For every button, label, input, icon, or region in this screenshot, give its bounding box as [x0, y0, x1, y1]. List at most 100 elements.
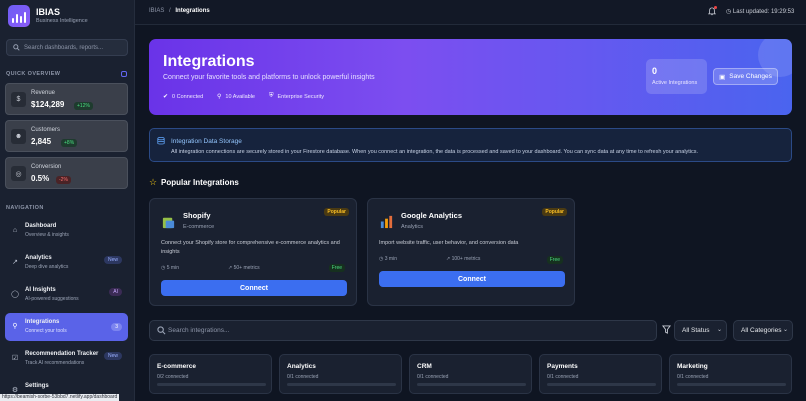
stat-label: Conversion [31, 164, 62, 170]
sidebar-item-analytics[interactable]: ↗ Analytics Deep dive analytics New [5, 249, 128, 277]
filter-icon[interactable] [662, 325, 671, 334]
breadcrumb-current: Integrations [175, 8, 210, 14]
nav-subtitle: Deep dive analytics [25, 264, 69, 270]
dollar-icon: $ [11, 92, 26, 107]
popular-badge: Popular [324, 208, 349, 216]
stat-card-conversion[interactable]: ◎ Conversion 0.5% -2% [5, 157, 128, 189]
sidebar: IBIAS Business Intelligence Search dashb… [0, 0, 135, 401]
trend-icon: ↗ [446, 256, 451, 262]
clock-icon: ◷ [161, 265, 166, 271]
clock-icon: ◷ [726, 9, 732, 15]
integration-name: Shopify [183, 211, 211, 220]
search-icon [13, 44, 20, 51]
topbar: IBIAS / Integrations ◷ Last updated: 19:… [135, 0, 806, 25]
ai-badge: AI [109, 288, 122, 296]
integration-description: Connect your Shopify store for comprehen… [161, 240, 340, 255]
category-name: Payments [547, 363, 578, 370]
category-name: Marketing [677, 363, 708, 370]
category-progress-bar [547, 383, 656, 386]
app-subtitle: Business Intelligence [36, 18, 88, 24]
integration-name: Google Analytics [401, 211, 462, 220]
security-label: ⛨ Enterprise Security [269, 93, 324, 100]
sidebar-search-input[interactable]: Search dashboards, reports... [6, 39, 128, 56]
storage-notice: Integration Data Storage All integration… [149, 128, 792, 162]
price-badge: Free [546, 256, 563, 264]
save-changes-label: Save Changes [729, 73, 772, 80]
nav-title: Integrations [25, 319, 60, 325]
status-filter-value: All Status [682, 327, 710, 334]
category-count: 0/2 connected [157, 374, 189, 380]
status-filter-select[interactable]: All Status ⌄ [674, 320, 727, 341]
last-updated-text: Last updated: 19:29:53 [732, 9, 795, 15]
category-count: 0/1 connected [677, 374, 709, 380]
integration-card-google-analytics: Google Analytics Analytics Popular Impor… [367, 198, 575, 306]
trend-icon: ↗ [228, 265, 233, 271]
setup-time-text: 5 min [166, 265, 179, 271]
price-badge: Free [328, 264, 345, 272]
sidebar-item-dashboard[interactable]: ⌂ Dashboard Overview & insights [5, 217, 128, 245]
bar-chart-logo-icon [8, 5, 30, 27]
integration-search-input[interactable]: Search integrations... [149, 320, 657, 341]
nav-subtitle: Track AI recommendations [25, 360, 85, 366]
setup-time-text: 3 min [384, 256, 397, 262]
stat-card-revenue[interactable]: $ Revenue $124,289 +12% [5, 83, 128, 115]
nav-subtitle: AI-powered suggestions [25, 296, 79, 302]
metric-count: ↗ 100+ metrics [446, 256, 480, 262]
category-filter-select[interactable]: All Categories ⌄ [733, 320, 793, 341]
sidebar-item-ai-insights[interactable]: ◯ AI Insights AI-powered suggestions AI [5, 281, 128, 309]
category-count: 0/1 connected [417, 374, 449, 380]
plug-icon: ⚲ [12, 323, 18, 330]
category-card-marketing[interactable]: Marketing 0/1 connected [669, 354, 792, 394]
metric-count-text: 100+ metrics [451, 256, 481, 262]
integrations-hero: Integrations Connect your favorite tools… [149, 39, 792, 115]
star-icon: ☆ [149, 177, 158, 187]
connect-button[interactable]: Connect [161, 280, 347, 296]
nav-title: Analytics [25, 255, 52, 261]
integration-search-placeholder: Search integrations... [168, 327, 230, 334]
nav-subtitle: Connect your tools [25, 328, 67, 334]
users-icon: ☻ [11, 129, 26, 144]
stat-change-badge: +8% [61, 139, 78, 147]
notification-dot [714, 6, 717, 9]
sidebar-item-recommendation-tracker[interactable]: ☑ Recommendation Tracker Track AI recomm… [5, 345, 128, 373]
integration-category: E-commerce [183, 224, 215, 230]
breadcrumb-root[interactable]: IBIAS [149, 8, 164, 14]
stat-value: 0.5% [31, 174, 50, 183]
category-card-ecommerce[interactable]: E-commerce 0/2 connected [149, 354, 272, 394]
stat-value: 2,845 [31, 137, 52, 146]
page-title: Integrations [163, 53, 255, 70]
security-text: Enterprise Security [277, 93, 324, 100]
stat-change-badge: +12% [74, 102, 93, 110]
integration-description: Import website traffic, user behavior, a… [379, 240, 519, 246]
refresh-icon[interactable] [121, 71, 127, 77]
shopify-logo-icon [162, 217, 175, 229]
chevron-down-icon: ⌄ [716, 327, 722, 333]
stat-label: Revenue [31, 90, 56, 96]
notice-title: Integration Data Storage [171, 138, 242, 145]
stat-value: $124,289 [31, 100, 65, 109]
category-card-analytics[interactable]: Analytics 0/1 connected [279, 354, 402, 394]
category-filter-value: All Categories [741, 327, 782, 334]
connect-button[interactable]: Connect [379, 271, 565, 287]
check-circle-icon: ✔ [163, 94, 169, 100]
nav-title: AI Insights [25, 287, 56, 293]
nav-subtitle: Overview & insights [25, 232, 69, 238]
brand[interactable]: IBIAS Business Intelligence [0, 2, 134, 30]
category-progress-bar [677, 383, 786, 386]
category-card-crm[interactable]: CRM 0/1 connected [409, 354, 532, 394]
save-icon: ▣ [719, 73, 726, 81]
search-icon [157, 326, 166, 335]
new-badge: New [103, 256, 122, 264]
category-name: CRM [417, 363, 432, 370]
popular-integrations-heading: Popular Integrations [161, 178, 239, 187]
notice-body: All integration connections are securely… [171, 149, 699, 155]
sidebar-item-integrations[interactable]: ⚲ Integrations Connect your tools 3 [5, 313, 128, 341]
category-card-payments[interactable]: Payments 0/1 connected [539, 354, 662, 394]
metric-count-text: 50+ metrics [233, 265, 260, 271]
save-changes-button[interactable]: ▣ Save Changes [713, 68, 778, 85]
sidebar-search-placeholder: Search dashboards, reports... [24, 44, 104, 51]
stat-card-customers[interactable]: ☻ Customers 2,845 +8% [5, 120, 128, 152]
count-badge: 3 [111, 323, 122, 331]
setup-time: ◷ 3 min [379, 256, 397, 262]
page-subtitle: Connect your favorite tools and platform… [163, 74, 375, 81]
